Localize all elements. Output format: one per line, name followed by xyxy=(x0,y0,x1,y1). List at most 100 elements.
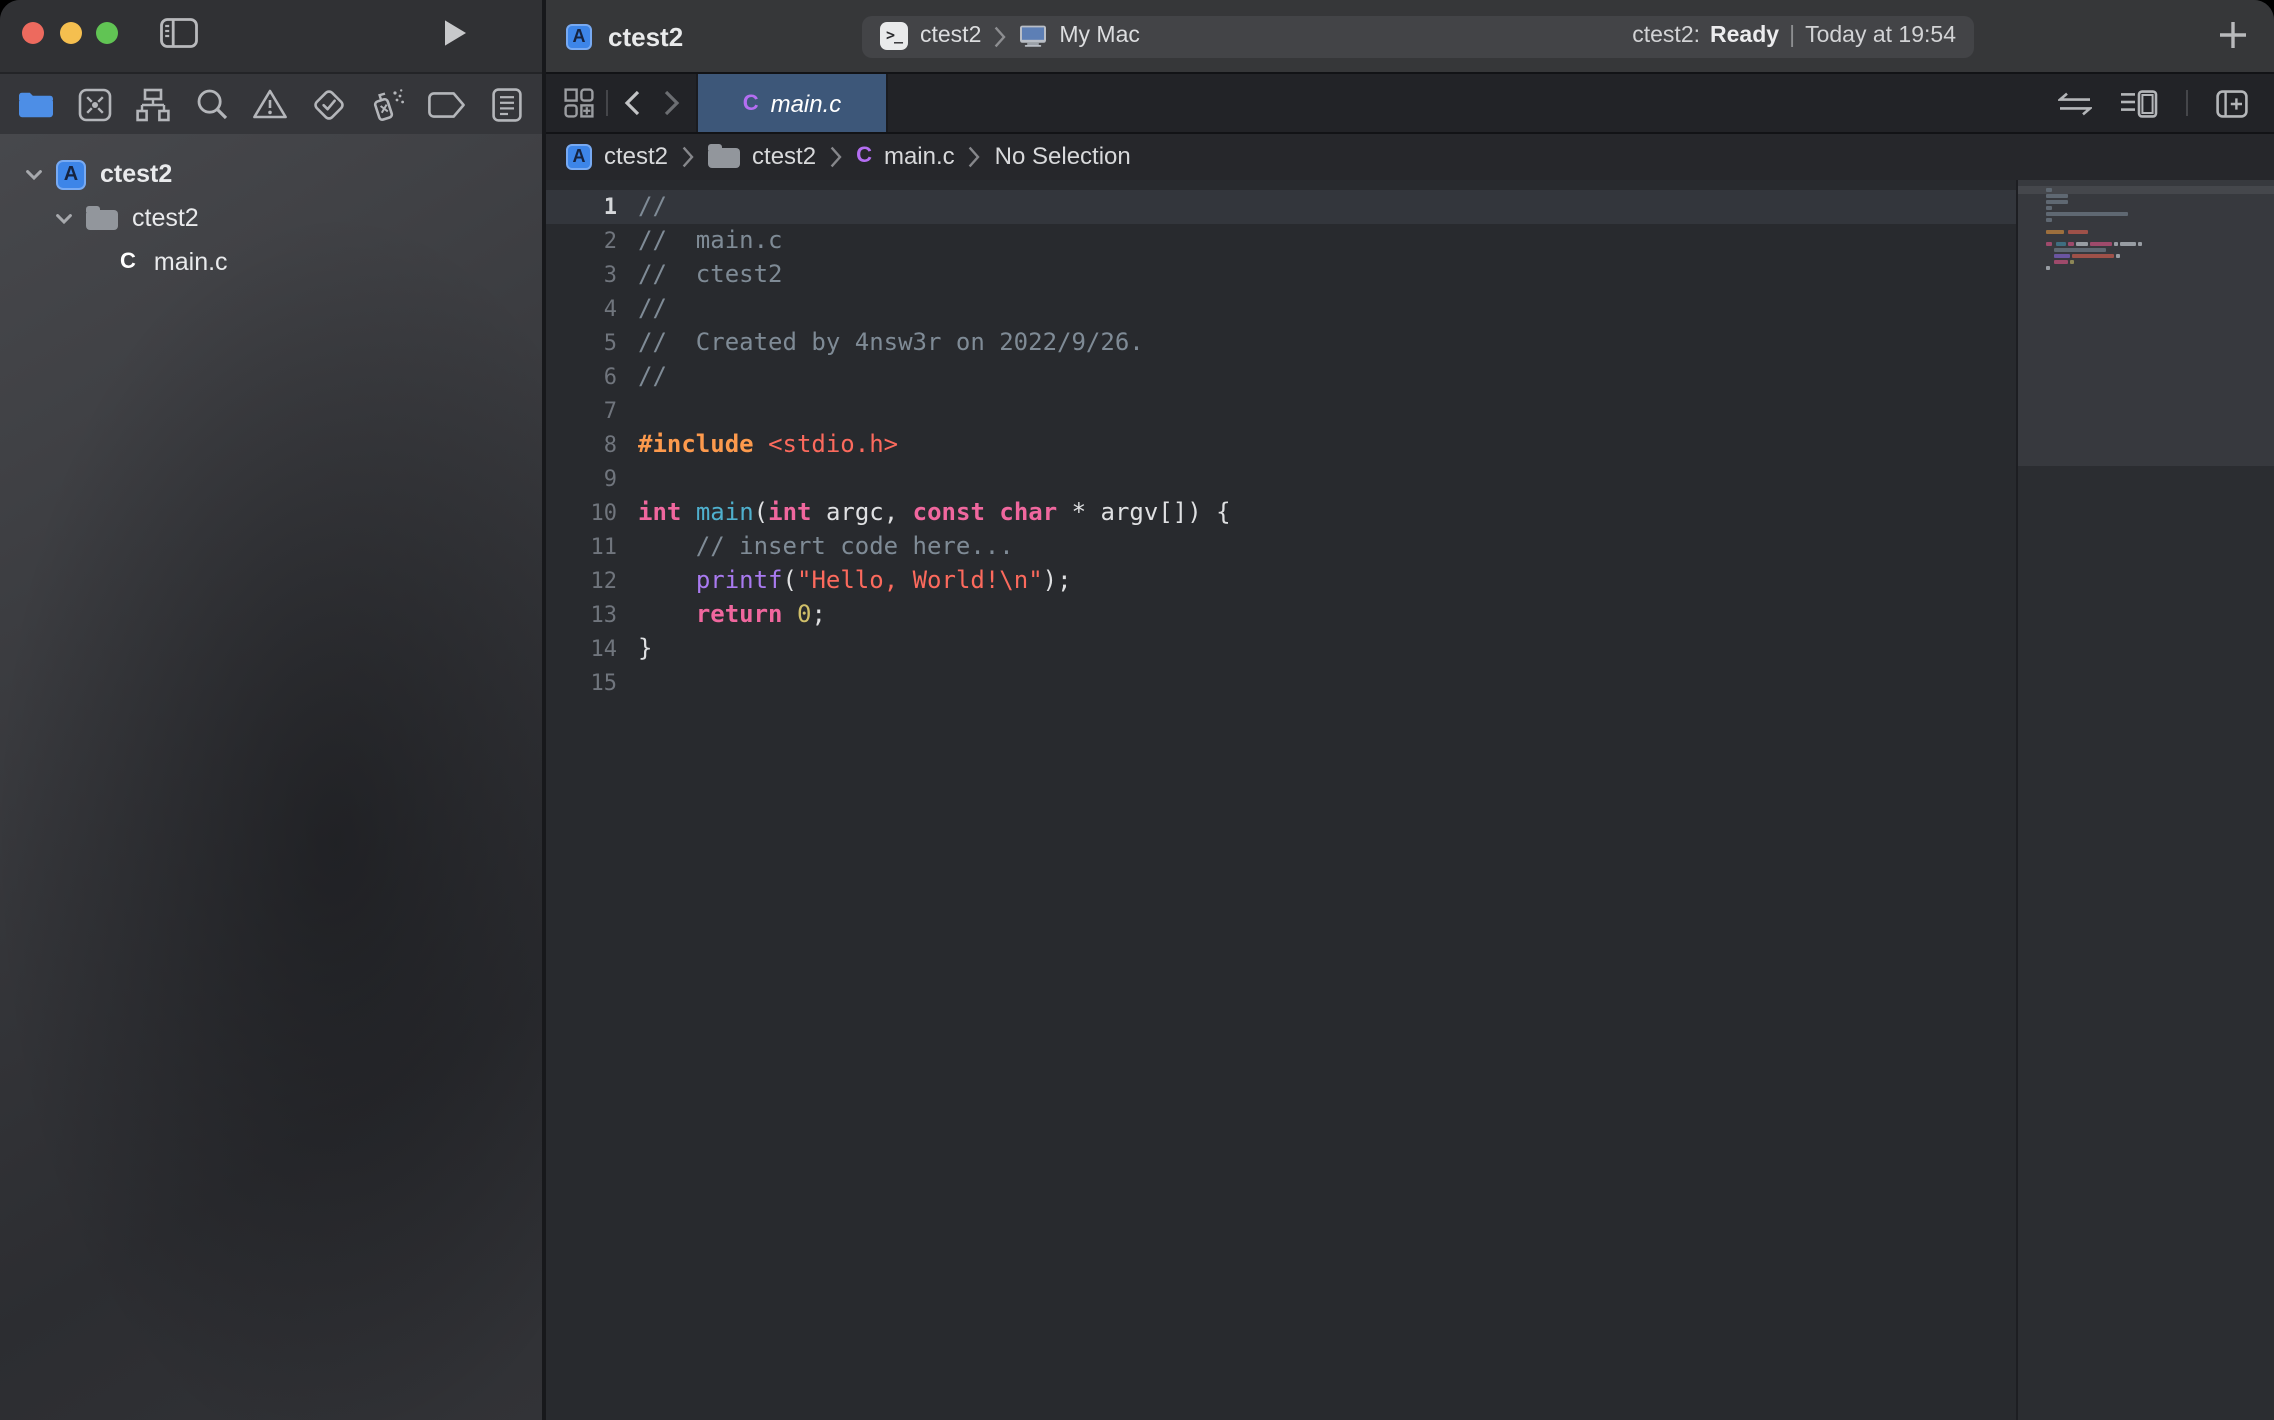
source-control-icon[interactable] xyxy=(70,82,118,126)
tree-item-group[interactable]: ctest2 xyxy=(0,196,542,240)
line-number: 2 xyxy=(545,224,617,258)
c-file-icon: C xyxy=(743,91,759,115)
xcode-window-stage: A ctest2 ctest2 C main.c A ctest2 xyxy=(0,0,2274,1420)
folder-icon xyxy=(86,206,118,230)
tree-item-label: ctest2 xyxy=(132,204,199,232)
code-text: return 0; xyxy=(617,598,826,632)
c-file-icon: C xyxy=(120,249,136,273)
zoom-window-button[interactable] xyxy=(96,22,118,44)
xcode-window: A ctest2 ctest2 C main.c A ctest2 xyxy=(0,0,2274,1420)
editor-options-icon[interactable] xyxy=(2120,89,2158,117)
project-app-icon: A xyxy=(56,159,86,189)
tab-main-c[interactable]: C main.c xyxy=(696,74,888,132)
line-number: 13 xyxy=(545,598,617,632)
code-text xyxy=(617,666,638,700)
code-area[interactable]: 1//2// main.c3// ctest24//5// Created by… xyxy=(545,180,2018,1420)
project-navigator-icon[interactable] xyxy=(11,82,59,126)
minimize-window-button[interactable] xyxy=(60,22,82,44)
activity-status: ctest2: Ready | Today at 19:54 xyxy=(1632,24,1956,48)
window-title: ctest2 xyxy=(608,21,683,51)
code-line-6[interactable]: 6// xyxy=(545,360,2018,394)
toggle-sidebar-icon[interactable] xyxy=(160,18,198,48)
run-destination[interactable]: My Mac xyxy=(1059,24,1140,48)
jumpbar-file-label: main.c xyxy=(884,143,955,171)
code-text: // ctest2 xyxy=(617,258,783,292)
jumpbar-file[interactable]: C main.c xyxy=(856,143,955,171)
find-icon[interactable] xyxy=(188,82,236,126)
breakpoints-icon[interactable] xyxy=(424,82,472,126)
line-number: 11 xyxy=(545,530,617,564)
window-title-group: A ctest2 xyxy=(566,0,683,72)
tab-label: main.c xyxy=(771,89,842,117)
code-line-5[interactable]: 5// Created by 4nsw3r on 2022/9/26. xyxy=(545,326,2018,360)
jumpbar-selection[interactable]: No Selection xyxy=(995,143,1131,171)
code-line-9[interactable]: 9 xyxy=(545,462,2018,496)
jumpbar-group[interactable]: ctest2 xyxy=(708,143,816,171)
code-text: // insert code here... xyxy=(617,530,1014,564)
navigator-tab-strip xyxy=(0,72,542,136)
jump-bar: A ctest2 ctest2 C main.c No Selection xyxy=(545,134,2274,181)
minimap-viewport xyxy=(2018,180,2274,466)
code-text: // xyxy=(617,360,667,394)
project-navigator-tree: A ctest2 ctest2 C main.c xyxy=(0,134,542,1420)
code-line-8[interactable]: 8#include <stdio.h> xyxy=(545,428,2018,462)
add-editor-icon[interactable] xyxy=(2216,89,2248,117)
tree-item-project[interactable]: A ctest2 xyxy=(0,152,542,196)
tab-bar: C main.c xyxy=(545,74,2274,134)
disclosure-chevron-icon[interactable] xyxy=(54,213,72,223)
code-line-13[interactable]: 13 return 0; xyxy=(545,598,2018,632)
code-text: // xyxy=(617,190,667,224)
line-number: 9 xyxy=(545,462,617,496)
close-window-button[interactable] xyxy=(22,22,44,44)
code-line-15[interactable]: 15 xyxy=(545,666,2018,700)
chevron-right-icon xyxy=(830,146,842,168)
tabbar-divider xyxy=(2186,90,2188,116)
sidebar-titlebar xyxy=(0,0,542,72)
debug-icon[interactable] xyxy=(365,82,413,126)
main-area: A ctest2 >_ ctest2 My Mac ctest2: Ready … xyxy=(545,0,2274,1420)
navigate-back-icon[interactable] xyxy=(617,74,645,132)
chevron-right-icon xyxy=(682,146,694,168)
code-line-14[interactable]: 14} xyxy=(545,632,2018,666)
status-state: Ready xyxy=(1710,24,1779,48)
status-separator: | xyxy=(1789,24,1795,48)
toolbar: A ctest2 >_ ctest2 My Mac ctest2: Ready … xyxy=(545,0,2274,74)
reports-icon[interactable] xyxy=(482,82,530,126)
code-line-10[interactable]: 10int main(int argc, const char * argv[]… xyxy=(545,496,2018,530)
run-button[interactable] xyxy=(442,18,468,48)
tests-icon[interactable] xyxy=(306,82,354,126)
code-line-1[interactable]: 1// xyxy=(545,190,2018,224)
code-line-3[interactable]: 3// ctest2 xyxy=(545,258,2018,292)
line-number: 15 xyxy=(545,666,617,700)
scheme-name[interactable]: ctest2 xyxy=(920,24,981,48)
status-project: ctest2: xyxy=(1632,24,1700,48)
code-text: printf("Hello, World!\n"); xyxy=(617,564,1072,598)
new-tab-icon[interactable] xyxy=(2218,20,2248,50)
code-line-7[interactable]: 7 xyxy=(545,394,2018,428)
tab-overview-icon[interactable] xyxy=(559,74,597,132)
c-file-icon: C xyxy=(856,145,872,169)
chevron-right-icon xyxy=(993,25,1005,47)
issues-icon[interactable] xyxy=(247,82,295,126)
minimap[interactable] xyxy=(2016,180,2274,1420)
code-review-icon[interactable] xyxy=(2058,91,2092,115)
code-text xyxy=(617,462,638,496)
code-line-12[interactable]: 12 printf("Hello, World!\n"); xyxy=(545,564,2018,598)
navigate-forward-icon[interactable] xyxy=(657,74,685,132)
jumpbar-project[interactable]: A ctest2 xyxy=(566,143,668,171)
disclosure-chevron-icon[interactable] xyxy=(24,169,42,179)
symbols-icon[interactable] xyxy=(129,82,177,126)
code-line-11[interactable]: 11 // insert code here... xyxy=(545,530,2018,564)
code-text: // main.c xyxy=(617,224,783,258)
jumpbar-group-label: ctest2 xyxy=(752,143,816,171)
line-number: 3 xyxy=(545,258,617,292)
scheme-status-bar[interactable]: >_ ctest2 My Mac ctest2: Ready | Today a… xyxy=(862,15,1974,57)
editor-controls xyxy=(2058,74,2274,132)
tree-item-file-selected[interactable]: C main.c xyxy=(0,239,542,283)
tree-item-label: ctest2 xyxy=(100,160,172,188)
code-line-2[interactable]: 2// main.c xyxy=(545,224,2018,258)
source-editor: 1//2// main.c3// ctest24//5// Created by… xyxy=(545,180,2274,1420)
line-number: 10 xyxy=(545,496,617,530)
code-line-4[interactable]: 4// xyxy=(545,292,2018,326)
minimap-current-line xyxy=(2018,186,2274,193)
